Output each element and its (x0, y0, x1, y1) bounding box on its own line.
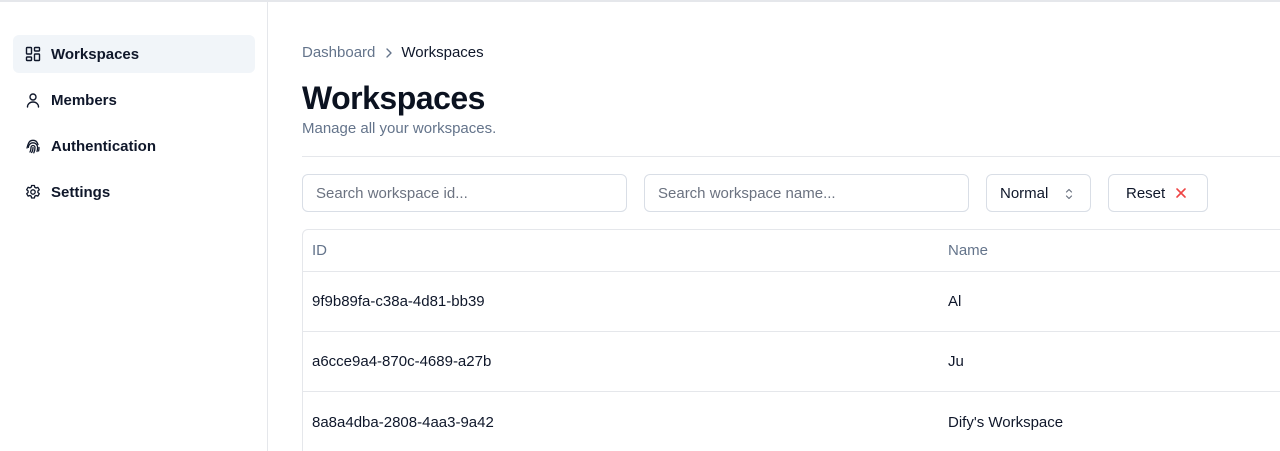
sidebar-item-label: Settings (51, 183, 111, 201)
cell-id: 8a8a4dba-2808-4aa3-9a42 (312, 413, 494, 431)
table-row[interactable]: a6cce9a4-870c-4689-a27b Ju (303, 332, 1280, 392)
column-header-id[interactable]: ID (312, 230, 512, 271)
reset-button[interactable]: Reset (1108, 174, 1208, 212)
sidebar-item-label: Members (51, 91, 117, 109)
table-header-row: ID Name (303, 230, 1280, 272)
fingerprint-icon (25, 138, 41, 154)
sidebar-item-authentication[interactable]: Authentication (13, 127, 255, 165)
page-title: Workspaces (302, 80, 485, 116)
close-icon (1175, 187, 1187, 199)
workspaces-table: ID Name 9f9b89fa-c38a-4d81-bb39 Al a6cce… (302, 229, 1280, 451)
breadcrumb-dashboard-link[interactable]: Dashboard (302, 44, 375, 61)
sidebar-item-label: Authentication (51, 137, 156, 155)
cell-id: 9f9b89fa-c38a-4d81-bb39 (312, 293, 485, 310)
user-icon (25, 92, 41, 108)
cell-id: a6cce9a4-870c-4689-a27b (312, 353, 492, 370)
cell-name: Al (948, 293, 962, 310)
reset-button-label: Reset (1126, 184, 1166, 202)
sidebar-item-label: Workspaces (51, 45, 140, 63)
breadcrumb: Dashboard Workspaces (302, 44, 484, 61)
status-select[interactable]: Normal (986, 174, 1091, 212)
dashboard-icon (25, 46, 41, 62)
page-subtitle: Manage all your workspaces. (302, 120, 497, 137)
header-divider (302, 156, 1280, 157)
breadcrumb-current: Workspaces (401, 44, 484, 61)
sidebar: Workspaces Members Authentication Settin… (0, 2, 268, 451)
gear-icon (25, 184, 41, 200)
workspace-name-search-input[interactable] (644, 174, 969, 212)
cell-name: Ju (948, 353, 964, 370)
sidebar-item-settings[interactable]: Settings (13, 173, 255, 211)
chevron-up-down-icon (1064, 187, 1074, 201)
main-content: Dashboard Workspaces Workspaces Manage a… (302, 0, 1280, 451)
sidebar-item-workspaces[interactable]: Workspaces (13, 35, 255, 73)
workspace-id-search-input[interactable] (302, 174, 627, 212)
cell-name: Dify's Workspace (948, 413, 1064, 431)
column-header-name[interactable]: Name (948, 230, 988, 271)
status-select-value: Normal (1000, 184, 1049, 202)
sidebar-item-members[interactable]: Members (13, 81, 255, 119)
table-row[interactable]: 9f9b89fa-c38a-4d81-bb39 Al (303, 272, 1280, 332)
app-root: Workspaces Members Authentication Settin… (0, 0, 1280, 451)
chevron-right-icon (385, 47, 393, 59)
table-row[interactable]: 8a8a4dba-2808-4aa3-9a42 Dify's Workspace (303, 392, 1280, 451)
